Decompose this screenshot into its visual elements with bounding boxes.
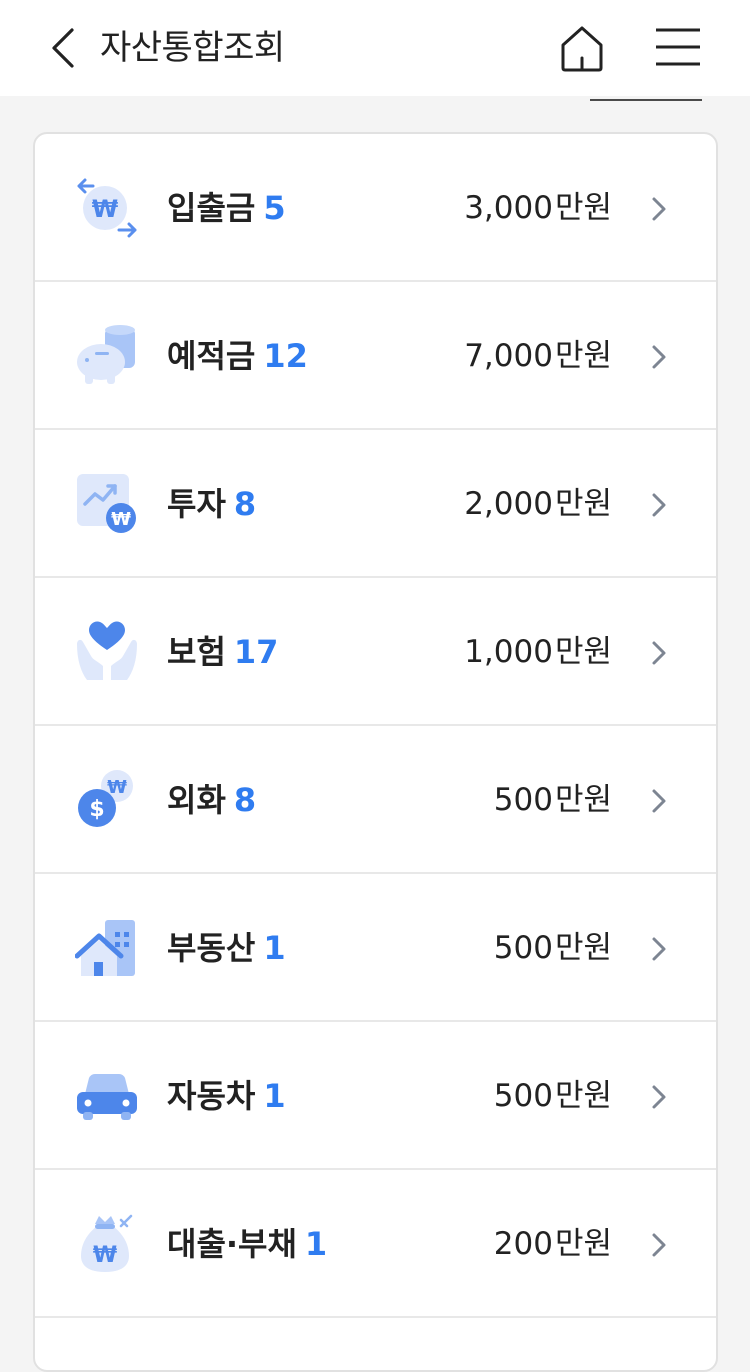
asset-count: 8 <box>233 485 257 523</box>
asset-row-car[interactable]: 자동차 1 500만원 <box>35 1022 716 1170</box>
asset-label: 투자 8 <box>167 430 256 578</box>
asset-name: 보험 <box>167 633 226 671</box>
app-header: 자산통합조회 <box>0 0 750 96</box>
chevron-right-icon <box>652 789 666 813</box>
savings-icon <box>77 325 135 384</box>
asset-name: 예적금 <box>167 337 256 375</box>
asset-name: 부동산 <box>167 929 256 967</box>
amount-unit: 만원 <box>554 782 612 818</box>
chevron-right-icon <box>652 493 666 517</box>
chevron-right-icon <box>652 345 666 369</box>
asset-list-card: ₩ 입출금 5 3,000만원 예적금 12 7,000만원 ₩ 투자 8 2,… <box>33 132 718 1372</box>
amount-value: 2,000 <box>464 486 553 522</box>
asset-amount: 500만원 <box>494 1022 612 1170</box>
amount-value: 1,000 <box>464 634 553 670</box>
asset-amount: 200만원 <box>494 1170 612 1318</box>
deposit-withdraw-icon: ₩ <box>77 178 137 238</box>
car-icon <box>77 1074 137 1120</box>
amount-unit: 만원 <box>554 486 612 522</box>
svg-text:₩: ₩ <box>92 195 119 223</box>
asset-amount: 7,000만원 <box>464 282 612 430</box>
amount-value: 200 <box>493 1226 553 1262</box>
chevron-right-icon <box>652 937 666 961</box>
investment-icon: ₩ <box>77 474 136 533</box>
loan-icon: ₩ <box>81 1214 133 1272</box>
amount-unit: 만원 <box>554 1078 612 1114</box>
asset-label: 예적금 12 <box>167 282 308 430</box>
asset-label: 외화 8 <box>167 726 256 874</box>
asset-amount: 500만원 <box>494 726 612 874</box>
asset-count: 12 <box>263 337 308 375</box>
amount-unit: 만원 <box>554 1226 612 1262</box>
svg-text:₩: ₩ <box>111 509 131 530</box>
asset-name: 입출금 <box>167 189 256 227</box>
asset-label: 보험 17 <box>167 578 278 726</box>
scroll-indicator <box>590 99 702 101</box>
asset-row-loan[interactable]: ₩ 대출·부채 1 200만원 <box>35 1170 716 1318</box>
asset-label: 부동산 1 <box>167 874 286 1022</box>
asset-row-savings[interactable]: 예적금 12 7,000만원 <box>35 282 716 430</box>
asset-count: 1 <box>304 1225 328 1263</box>
amount-value: 7,000 <box>464 338 553 374</box>
real-estate-icon <box>75 920 135 976</box>
svg-text:$: $ <box>89 797 104 822</box>
asset-label: 입출금 5 <box>167 134 286 282</box>
asset-name: 대출·부채 <box>167 1225 297 1263</box>
asset-count: 1 <box>263 929 286 967</box>
asset-name: 외화 <box>167 781 226 819</box>
svg-text:₩: ₩ <box>93 1243 117 1268</box>
amount-unit: 만원 <box>554 338 612 374</box>
foreign-currency-icon: ₩ $ <box>78 770 133 827</box>
insurance-icon <box>77 621 137 680</box>
asset-amount: 1,000만원 <box>464 578 612 726</box>
chevron-right-icon <box>652 1085 666 1109</box>
back-icon[interactable] <box>44 26 84 70</box>
home-icon[interactable] <box>558 24 606 74</box>
amount-unit: 만원 <box>554 930 612 966</box>
asset-count: 1 <box>263 1077 286 1115</box>
asset-label: 대출·부채 1 <box>167 1170 327 1318</box>
amount-value: 500 <box>493 782 553 818</box>
page-title: 자산통합조회 <box>100 28 285 68</box>
amount-value: 3,000 <box>464 190 553 226</box>
amount-unit: 만원 <box>554 190 612 226</box>
asset-name: 투자 <box>167 485 226 523</box>
asset-row-deposit[interactable]: ₩ 입출금 5 3,000만원 <box>35 134 716 282</box>
asset-count: 5 <box>263 189 286 227</box>
asset-count: 17 <box>233 633 279 671</box>
asset-amount: 500만원 <box>494 874 612 1022</box>
menu-icon[interactable] <box>652 26 704 68</box>
amount-unit: 만원 <box>554 634 612 670</box>
asset-row-real-estate[interactable]: 부동산 1 500만원 <box>35 874 716 1022</box>
amount-value: 500 <box>493 1078 553 1114</box>
asset-row-investment[interactable]: ₩ 투자 8 2,000만원 <box>35 430 716 578</box>
asset-count: 8 <box>233 781 257 819</box>
asset-name: 자동차 <box>167 1077 256 1115</box>
asset-row-foreign-currency[interactable]: ₩ $ 외화 8 500만원 <box>35 726 716 874</box>
chevron-right-icon <box>652 1233 666 1257</box>
amount-value: 500 <box>493 930 553 966</box>
asset-label: 자동차 1 <box>167 1022 286 1170</box>
chevron-right-icon <box>652 641 666 665</box>
asset-amount: 3,000만원 <box>464 134 612 282</box>
asset-row-insurance[interactable]: 보험 17 1,000만원 <box>35 578 716 726</box>
chevron-right-icon <box>652 197 666 221</box>
asset-amount: 2,000만원 <box>464 430 612 578</box>
